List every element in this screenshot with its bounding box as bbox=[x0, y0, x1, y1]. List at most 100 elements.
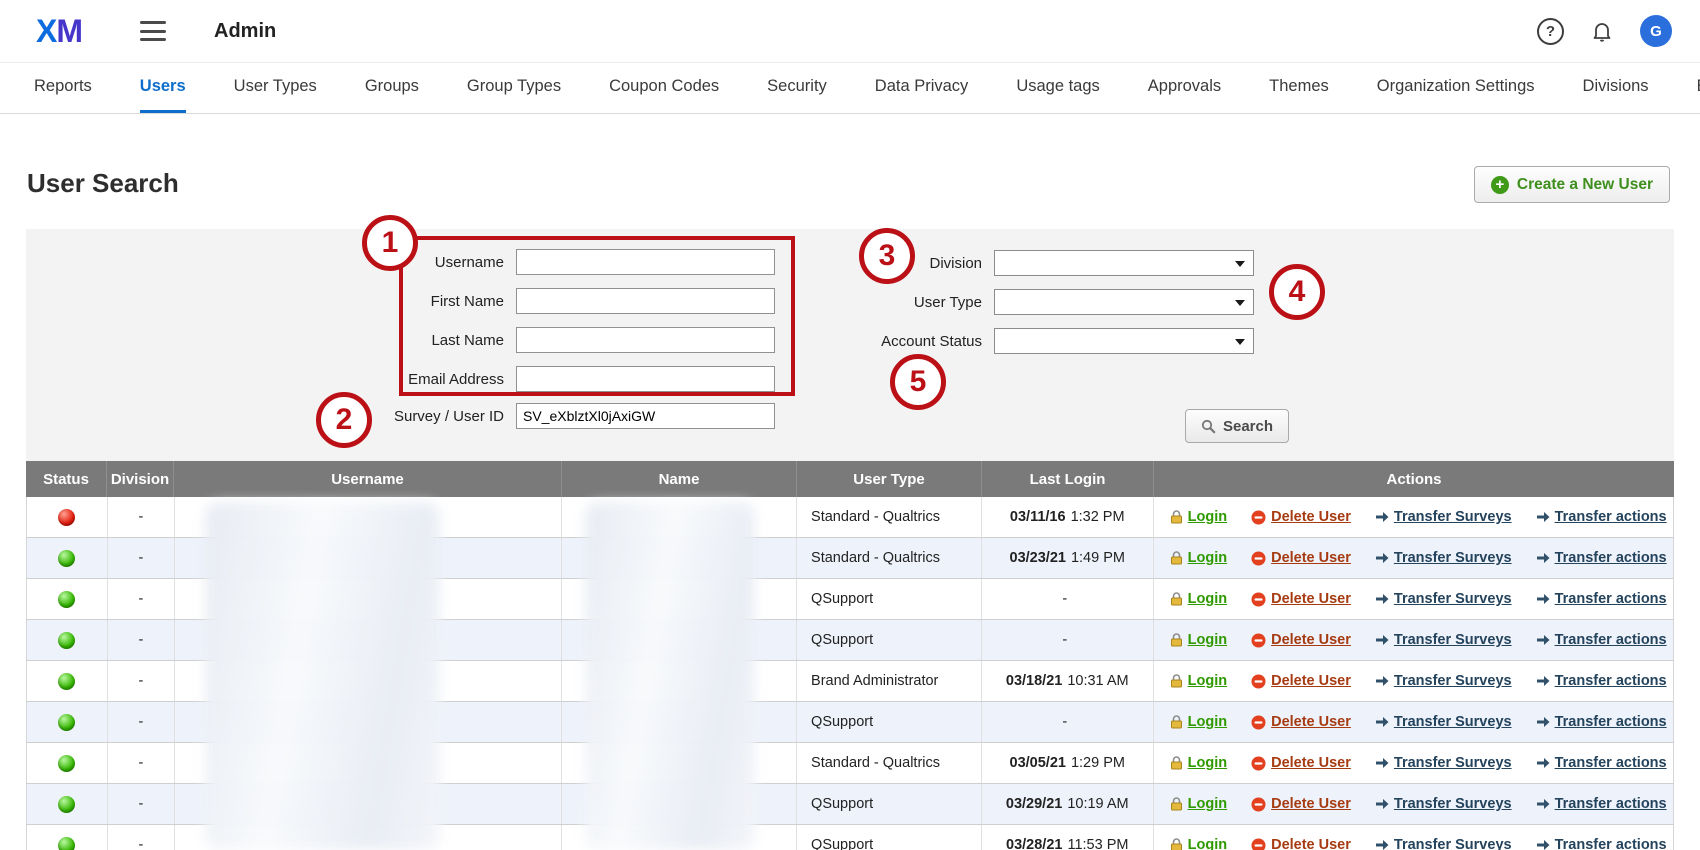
last-login-cell: 03/29/2110:19 AM bbox=[982, 784, 1154, 824]
last-login-time: 1:49 PM bbox=[1071, 550, 1125, 566]
delete-icon bbox=[1251, 592, 1266, 607]
chevron-down-icon bbox=[1235, 261, 1245, 267]
status-dot bbox=[58, 837, 75, 850]
transfer-actions-link[interactable]: Transfer actions bbox=[1536, 673, 1667, 689]
transfer-surveys-link[interactable]: Transfer Surveys bbox=[1375, 550, 1512, 566]
transfer-actions-link[interactable]: Transfer actions bbox=[1536, 591, 1667, 607]
transfer-arrow-icon bbox=[1536, 839, 1550, 850]
hamburger-menu-icon[interactable] bbox=[140, 21, 166, 41]
nav-tab-coupon-codes[interactable]: Coupon Codes bbox=[609, 63, 719, 113]
last-login-date: 03/23/21 bbox=[1010, 550, 1066, 566]
login-link[interactable]: Login bbox=[1170, 796, 1227, 812]
create-new-user-label: Create a New User bbox=[1517, 176, 1653, 194]
nav-tab-security[interactable]: Security bbox=[767, 63, 827, 113]
delete-icon bbox=[1251, 674, 1266, 689]
transfer-arrow-icon bbox=[1536, 552, 1550, 564]
last-login-time: 1:32 PM bbox=[1071, 509, 1125, 525]
nav-tab-groups[interactable]: Groups bbox=[365, 63, 419, 113]
transfer-actions-link[interactable]: Transfer actions bbox=[1536, 796, 1667, 812]
nav-tab-usage-tags[interactable]: Usage tags bbox=[1016, 63, 1099, 113]
nav-tab-group-types[interactable]: Group Types bbox=[467, 63, 561, 113]
annotation-rectangle bbox=[399, 236, 795, 396]
transfer-actions-link[interactable]: Transfer actions bbox=[1536, 837, 1667, 850]
transfer-arrow-icon bbox=[1536, 757, 1550, 769]
transfer-surveys-link[interactable]: Transfer Surveys bbox=[1375, 755, 1512, 771]
nav-tab-approvals[interactable]: Approvals bbox=[1148, 63, 1221, 113]
transfer-surveys-link[interactable]: Transfer Surveys bbox=[1375, 796, 1512, 812]
survey-user-id-input[interactable] bbox=[516, 403, 775, 429]
transfer-surveys-link[interactable]: Transfer Surveys bbox=[1375, 673, 1512, 689]
transfer-surveys-link[interactable]: Transfer Surveys bbox=[1375, 632, 1512, 648]
top-bar: XM Admin ? G bbox=[0, 0, 1700, 63]
delete-user-link[interactable]: Delete User bbox=[1251, 509, 1351, 525]
delete-user-link[interactable]: Delete User bbox=[1251, 673, 1351, 689]
lock-icon bbox=[1170, 715, 1183, 729]
lock-icon bbox=[1170, 633, 1183, 647]
xm-logo[interactable]: XM bbox=[36, 13, 82, 50]
login-link[interactable]: Login bbox=[1170, 632, 1227, 648]
division-cell: - bbox=[108, 784, 175, 824]
division-cell: - bbox=[108, 620, 175, 660]
nav-tab-organization-settings[interactable]: Organization Settings bbox=[1377, 63, 1535, 113]
account-status-select[interactable] bbox=[994, 328, 1254, 354]
login-link[interactable]: Login bbox=[1170, 714, 1227, 730]
login-link[interactable]: Login bbox=[1170, 673, 1227, 689]
lock-icon bbox=[1170, 592, 1183, 606]
help-icon[interactable]: ? bbox=[1537, 18, 1564, 45]
nav-tab-users[interactable]: Users bbox=[140, 63, 186, 113]
delete-user-link[interactable]: Delete User bbox=[1251, 714, 1351, 730]
login-link[interactable]: Login bbox=[1170, 509, 1227, 525]
notifications-bell-icon[interactable] bbox=[1590, 19, 1614, 43]
user-type-select[interactable] bbox=[994, 289, 1254, 315]
delete-user-link[interactable]: Delete User bbox=[1251, 837, 1351, 850]
transfer-actions-link[interactable]: Transfer actions bbox=[1536, 550, 1667, 566]
transfer-actions-link[interactable]: Transfer actions bbox=[1536, 509, 1667, 525]
delete-user-link[interactable]: Delete User bbox=[1251, 796, 1351, 812]
transfer-surveys-link[interactable]: Transfer Surveys bbox=[1375, 837, 1512, 850]
lock-icon bbox=[1170, 797, 1183, 811]
transfer-surveys-link[interactable]: Transfer Surveys bbox=[1375, 509, 1512, 525]
login-link[interactable]: Login bbox=[1170, 755, 1227, 771]
delete-icon bbox=[1251, 715, 1266, 730]
transfer-actions-link[interactable]: Transfer actions bbox=[1536, 755, 1667, 771]
survey-user-id-row: Survey / User ID bbox=[0, 403, 775, 429]
delete-user-link[interactable]: Delete User bbox=[1251, 591, 1351, 607]
actions-cell: Login Delete User Transfer Surveys Trans… bbox=[1154, 538, 1673, 578]
last-login-date: 03/29/21 bbox=[1006, 796, 1062, 812]
transfer-arrow-icon bbox=[1375, 716, 1389, 728]
division-select[interactable] bbox=[994, 250, 1254, 276]
delete-user-link[interactable]: Delete User bbox=[1251, 550, 1351, 566]
delete-icon bbox=[1251, 633, 1266, 648]
lock-icon bbox=[1170, 756, 1183, 770]
last-login-cell: 03/05/211:29 PM bbox=[982, 743, 1154, 783]
nav-tab-data-privacy[interactable]: Data Privacy bbox=[875, 63, 969, 113]
nav-tab-themes[interactable]: Themes bbox=[1269, 63, 1329, 113]
search-button[interactable]: Search bbox=[1185, 409, 1289, 443]
logo-x: X bbox=[36, 13, 56, 49]
login-link[interactable]: Login bbox=[1170, 591, 1227, 607]
avatar[interactable]: G bbox=[1640, 15, 1672, 47]
transfer-actions-link[interactable]: Transfer actions bbox=[1536, 632, 1667, 648]
lock-icon bbox=[1170, 674, 1183, 688]
nav-tab-user-types[interactable]: User Types bbox=[234, 63, 317, 113]
transfer-actions-link[interactable]: Transfer actions bbox=[1536, 714, 1667, 730]
delete-user-link[interactable]: Delete User bbox=[1251, 632, 1351, 648]
login-link[interactable]: Login bbox=[1170, 550, 1227, 566]
division-cell: - bbox=[108, 538, 175, 578]
nav-tab-e[interactable]: E bbox=[1697, 63, 1700, 113]
nav-tab-divisions[interactable]: Divisions bbox=[1583, 63, 1649, 113]
transfer-surveys-link[interactable]: Transfer Surveys bbox=[1375, 591, 1512, 607]
nav-tab-reports[interactable]: Reports bbox=[34, 63, 92, 113]
lock-icon bbox=[1170, 510, 1183, 524]
create-new-user-button[interactable]: + Create a New User bbox=[1474, 166, 1670, 203]
last-login-cell: - bbox=[982, 620, 1154, 660]
delete-icon bbox=[1251, 510, 1266, 525]
header-division: Division bbox=[107, 461, 174, 497]
transfer-arrow-icon bbox=[1536, 798, 1550, 810]
transfer-surveys-link[interactable]: Transfer Surveys bbox=[1375, 714, 1512, 730]
login-link[interactable]: Login bbox=[1170, 837, 1227, 850]
header-actions: Actions bbox=[1154, 461, 1674, 497]
last-login-cell: - bbox=[982, 579, 1154, 619]
delete-user-link[interactable]: Delete User bbox=[1251, 755, 1351, 771]
actions-cell: Login Delete User Transfer Surveys Trans… bbox=[1154, 661, 1673, 701]
